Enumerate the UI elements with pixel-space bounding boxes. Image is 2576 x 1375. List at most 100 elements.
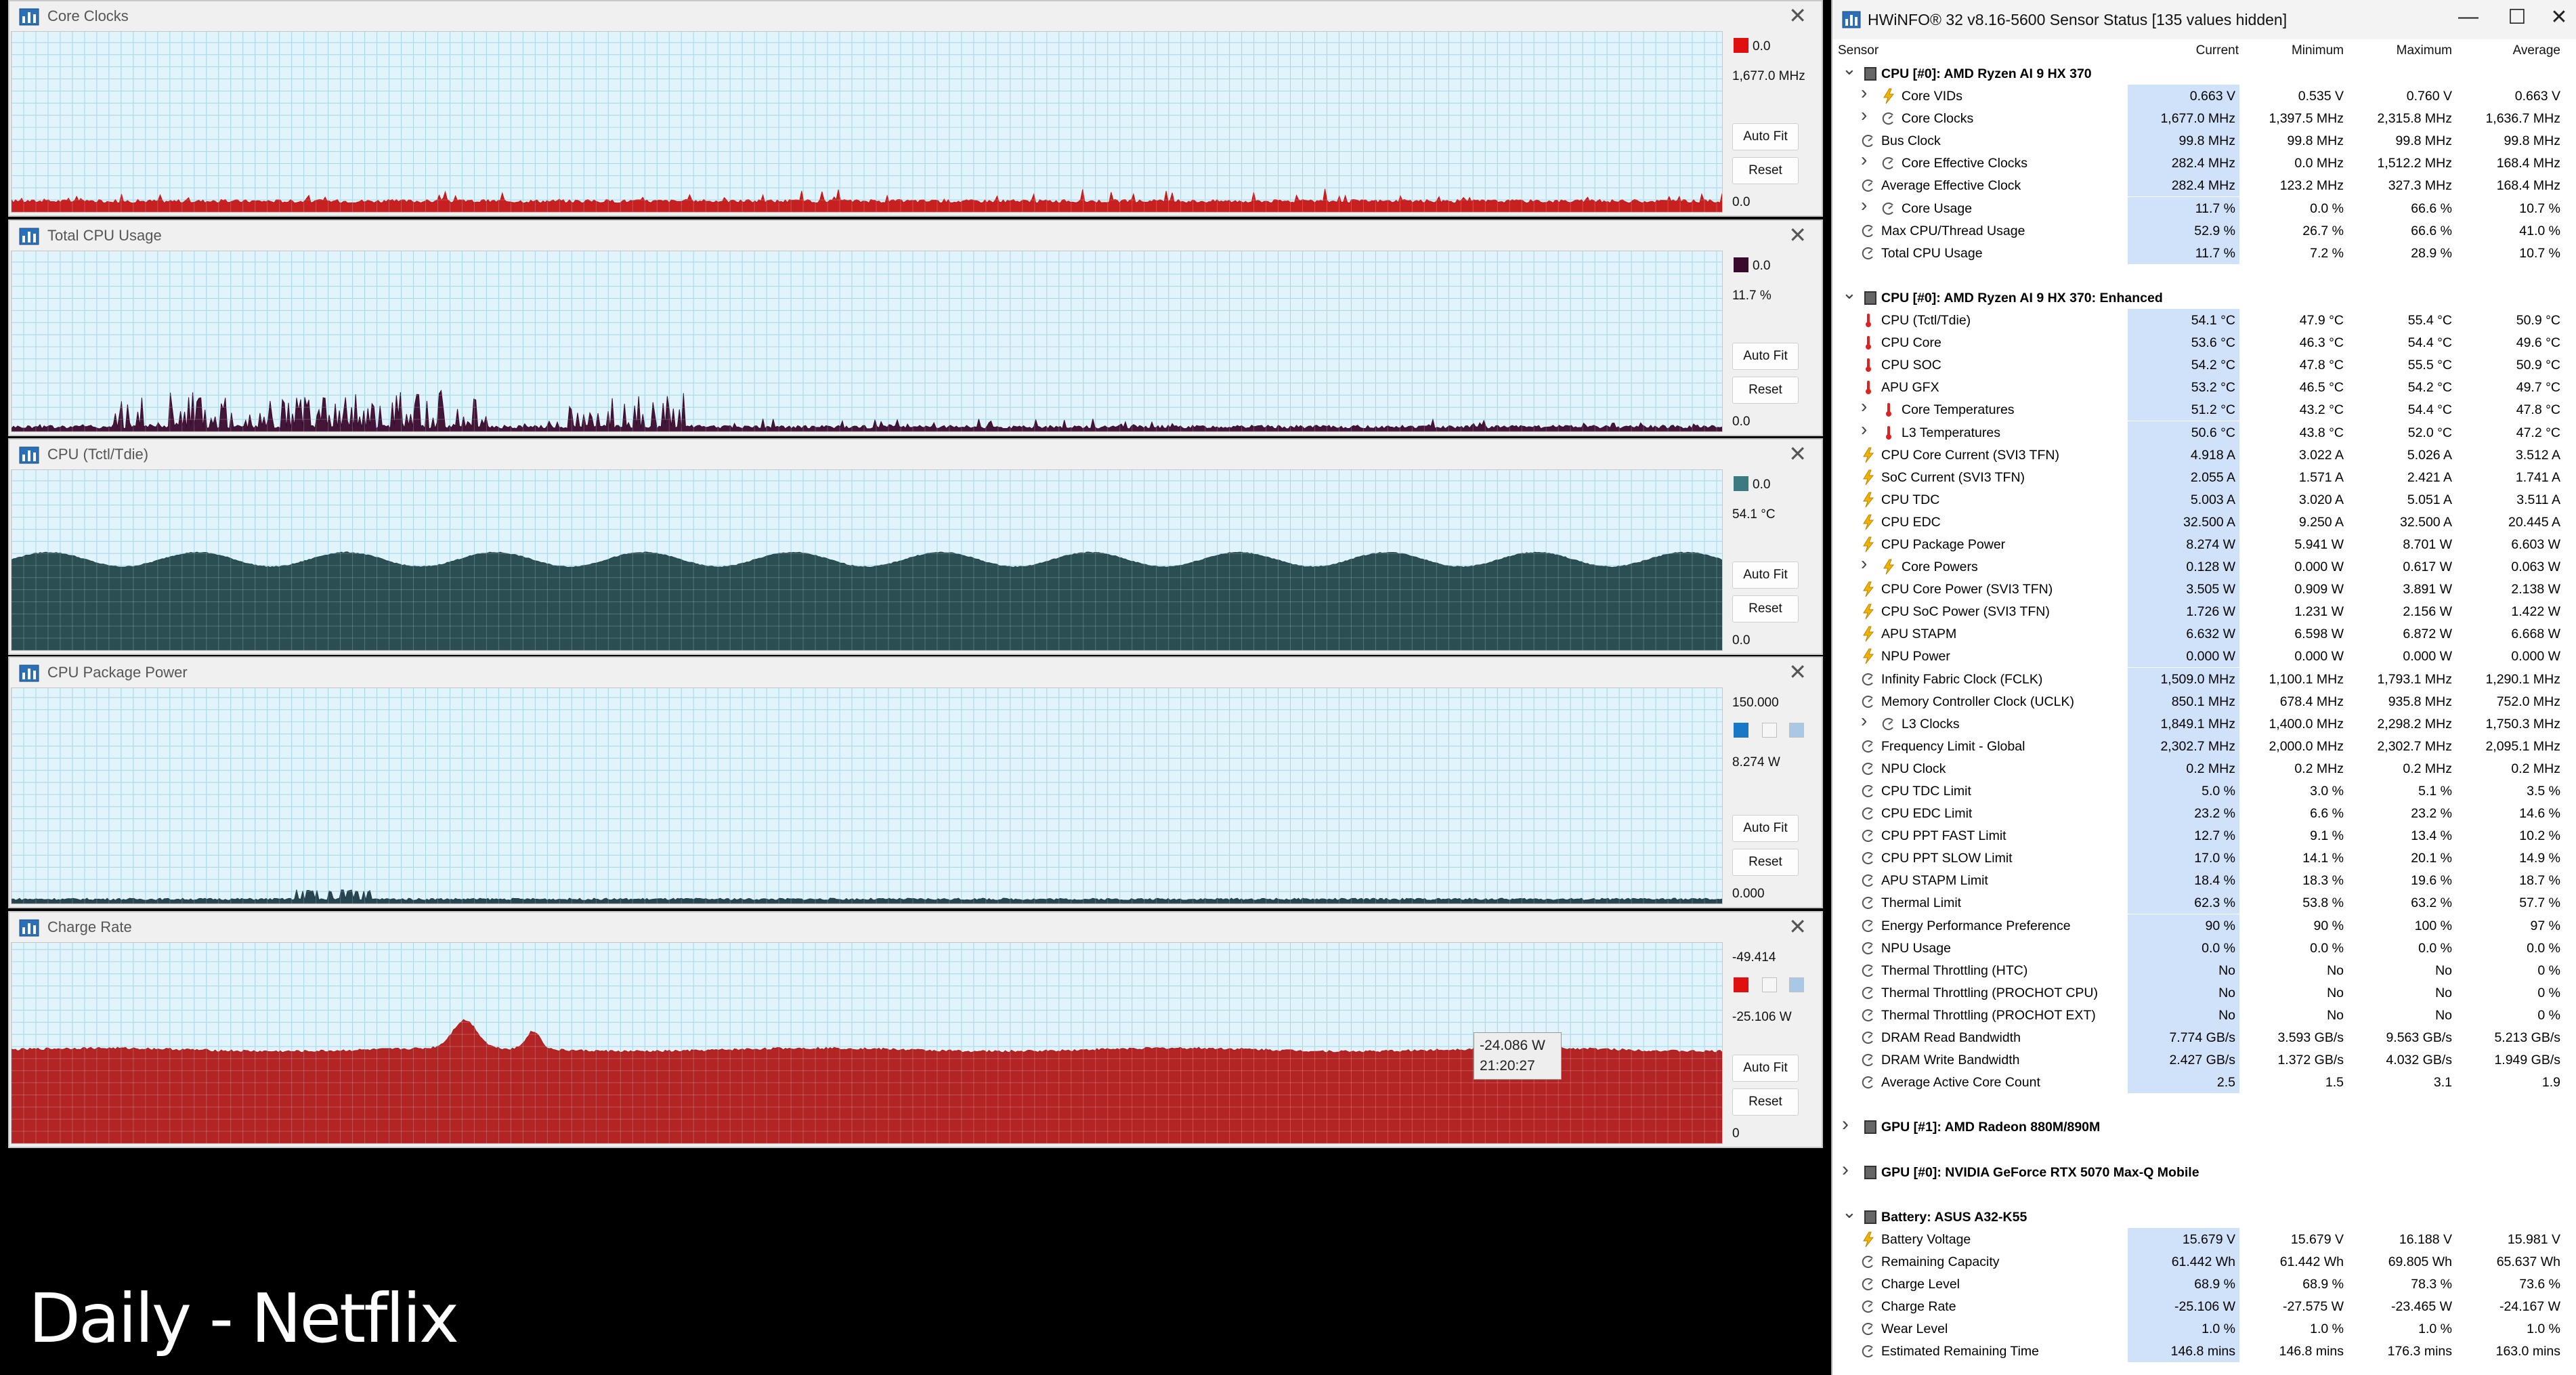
graph-color-swatch-2[interactable] — [1762, 723, 1777, 738]
column-sensor[interactable]: Sensor — [1838, 43, 1879, 58]
sensor-row[interactable]: DRAM Write Bandwidth 2.427 GB/s 1.372 GB/s… — [1832, 1049, 2576, 1072]
autofit-button[interactable]: Auto Fit — [1732, 815, 1799, 842]
graph-titlebar[interactable]: CPU (Tctl/Tdie) ✕ — [9, 440, 1822, 469]
sensor-row[interactable]: › Core Temperatures 51.2 °C 43.2 °C 54.4 °C 4… — [1832, 396, 2576, 421]
sensor-row[interactable]: › Core VIDs 0.663 V 0.535 V 0.760 V 0.663 V — [1832, 82, 2576, 108]
chevron-right-icon[interactable]: › — [1842, 1158, 1849, 1181]
sensor-row[interactable]: Remaining Capacity 61.442 Wh 61.442 Wh 69.8… — [1832, 1250, 2576, 1273]
reset-button[interactable]: Reset — [1732, 849, 1799, 876]
sensor-row[interactable]: DRAM Read Bandwidth 7.774 GB/s 3.593 GB/s 9… — [1832, 1026, 2576, 1049]
column-maximum[interactable]: Maximum — [2384, 43, 2452, 58]
graph-close-icon[interactable]: ✕ — [1788, 441, 1807, 467]
graph-close-icon[interactable]: ✕ — [1788, 914, 1807, 939]
sensor-row[interactable]: CPU Core 53.6 °C 46.3 °C 54.4 °C 49.6 °C — [1832, 331, 2576, 354]
sensor-row[interactable]: Memory Controller Clock (UCLK) 850.1 MHz 6… — [1832, 690, 2576, 713]
autofit-button[interactable]: Auto Fit — [1732, 123, 1799, 150]
reset-button[interactable]: Reset — [1732, 377, 1799, 404]
sensor-row[interactable]: Thermal Throttling (HTC) No No No 0 % — [1832, 958, 2576, 981]
sensor-group-header[interactable]: ⌄ CPU [#0]: AMD Ryzen AI 9 HX 370 — [1832, 58, 2576, 85]
autofit-button[interactable]: Auto Fit — [1732, 343, 1799, 370]
sensor-row[interactable]: CPU TDC 5.003 A 3.020 A 5.051 A 3.511 A — [1832, 488, 2576, 511]
sensor-group-header[interactable]: ⌄ CPU [#0]: AMD Ryzen AI 9 HX 370: Enhanc… — [1832, 282, 2576, 309]
sensor-row[interactable]: APU STAPM Limit 18.4 % 18.3 % 19.6 % 18.7 % — [1832, 869, 2576, 892]
sensor-row[interactable]: CPU PPT SLOW Limit 17.0 % 14.1 % 20.1 % 14.9… — [1832, 847, 2576, 870]
chevron-right-icon[interactable]: › — [1861, 710, 1867, 732]
sensor-row[interactable]: Estimated Remaining Time 146.8 mins 146.8 … — [1832, 1340, 2576, 1363]
sensor-row[interactable]: CPU (Tctl/Tdie) 54.1 °C 47.9 °C 55.4 °C 50.9… — [1832, 309, 2576, 332]
minimize-button[interactable]: — — [2451, 5, 2485, 28]
sensor-row[interactable]: Total CPU Usage 11.7 % 7.2 % 28.9 % 10.7 % — [1832, 241, 2576, 264]
graph-color-swatch[interactable] — [1734, 257, 1748, 272]
autofit-button[interactable]: Auto Fit — [1732, 1055, 1799, 1082]
chevron-right-icon[interactable]: › — [1861, 553, 1867, 574]
close-button[interactable]: ✕ — [2542, 5, 2576, 29]
sensor-row[interactable]: › L3 Clocks 1,849.1 MHz 1,400.0 MHz 2,298.2 … — [1832, 710, 2576, 735]
autofit-button[interactable]: Auto Fit — [1732, 562, 1799, 589]
sensor-window-titlebar[interactable]: HWiNFO® 32 v8.16-5600 Sensor Status [135… — [1832, 0, 2576, 39]
sensor-row[interactable]: Bus Clock 99.8 MHz 99.8 MHz 99.8 MHz 99.8 MH… — [1832, 129, 2576, 152]
graph-color-swatch[interactable] — [1734, 38, 1748, 53]
graph-titlebar[interactable]: Total CPU Usage ✕ — [9, 221, 1822, 251]
maximize-button[interactable]: ☐ — [2500, 5, 2534, 29]
sensor-row[interactable]: NPU Clock 0.2 MHz 0.2 MHz 0.2 MHz 0.2 MHz — [1832, 757, 2576, 780]
sensor-row[interactable]: Average Effective Clock 282.4 MHz 123.2 MH… — [1832, 174, 2576, 197]
chevron-right-icon[interactable]: › — [1861, 396, 1867, 417]
sensor-row[interactable]: Wear Level 1.0 % 1.0 % 1.0 % 1.0 % — [1832, 1317, 2576, 1340]
sensor-row[interactable]: Energy Performance Preference 90 % 90 % 100… — [1832, 914, 2576, 937]
sensor-row[interactable]: CPU Package Power 8.274 W 5.941 W 8.701 W 6.… — [1832, 532, 2576, 555]
sensor-row[interactable]: Battery Voltage 15.679 V 15.679 V 16.188 V 1… — [1832, 1227, 2576, 1250]
sensor-row[interactable]: Charge Rate -25.106 W -27.575 W -23.465 W -2… — [1832, 1295, 2576, 1318]
graph-color-swatch[interactable] — [1734, 977, 1748, 992]
column-minimum[interactable]: Minimum — [2279, 43, 2344, 58]
sensor-row[interactable]: Frequency Limit - Global 2,302.7 MHz 2,000… — [1832, 734, 2576, 757]
sensor-row[interactable]: › Core Powers 0.128 W 0.000 W 0.617 W 0.063 W — [1832, 553, 2576, 578]
graph-color-swatch[interactable] — [1734, 476, 1748, 491]
sensor-row[interactable]: Infinity Fabric Clock (FCLK) 1,509.0 MHz 1… — [1832, 667, 2576, 690]
sensor-row[interactable]: NPU Usage 0.0 % 0.0 % 0.0 % 0.0 % — [1832, 936, 2576, 959]
sensor-group-header[interactable]: › GPU [#0]: NVIDIA GeForce RTX 5070 Max-Q… — [1832, 1158, 2576, 1183]
sensor-row[interactable]: Max CPU/Thread Usage 52.9 % 26.7 % 66.6 % 41… — [1832, 219, 2576, 242]
sensor-row[interactable]: Thermal Throttling (PROCHOT EXT) No No No 0 … — [1832, 1003, 2576, 1026]
sensor-row[interactable]: CPU SOC 54.2 °C 47.8 °C 55.5 °C 50.9 °C — [1832, 354, 2576, 377]
graph-color-swatch-2[interactable] — [1762, 977, 1777, 992]
graph-close-icon[interactable]: ✕ — [1788, 659, 1807, 685]
chevron-right-icon[interactable]: › — [1861, 149, 1867, 171]
chevron-down-icon[interactable]: ⌄ — [1842, 58, 1857, 79]
sensor-row[interactable]: › Core Clocks 1,677.0 MHz 1,397.5 MHz 2,315.… — [1832, 104, 2576, 130]
chevron-right-icon[interactable]: › — [1842, 1113, 1849, 1136]
sensor-row[interactable]: CPU Core Power (SVI3 TFN) 3.505 W 0.909 W 3… — [1832, 578, 2576, 601]
column-current[interactable]: Current — [2178, 43, 2239, 58]
sensor-row[interactable]: NPU Power 0.000 W 0.000 W 0.000 W 0.000 W — [1832, 645, 2576, 668]
graph-color-swatch[interactable] — [1734, 723, 1748, 738]
sensor-row[interactable]: › Core Usage 11.7 % 0.0 % 66.6 % 10.7 % — [1832, 194, 2576, 219]
graph-titlebar[interactable]: Charge Rate ✕ — [9, 912, 1822, 942]
chevron-down-icon[interactable]: ⌄ — [1842, 1202, 1857, 1223]
graph-close-icon[interactable]: ✕ — [1788, 222, 1807, 248]
sensor-row[interactable]: APU GFX 53.2 °C 46.5 °C 54.2 °C 49.7 °C — [1832, 376, 2576, 399]
column-average[interactable]: Average — [2496, 43, 2560, 58]
sensor-row[interactable]: › Core Effective Clocks 282.4 MHz 0.0 MHz 1,… — [1832, 149, 2576, 175]
graph-color-swatch-3[interactable] — [1789, 723, 1804, 738]
sensor-row[interactable]: CPU EDC 32.500 A 9.250 A 32.500 A 20.445 A — [1832, 510, 2576, 533]
sensor-row[interactable]: APU STAPM 6.632 W 6.598 W 6.872 W 6.668 W — [1832, 622, 2576, 646]
graph-titlebar[interactable]: CPU Package Power ✕ — [9, 658, 1822, 688]
reset-button[interactable]: Reset — [1732, 595, 1799, 622]
sensor-row[interactable]: CPU EDC Limit 23.2 % 6.6 % 23.2 % 14.6 % — [1832, 802, 2576, 825]
sensor-row[interactable]: CPU Core Current (SVI3 TFN) 4.918 A 3.022 … — [1832, 443, 2576, 466]
sensor-row[interactable]: Thermal Limit 62.3 % 53.8 % 63.2 % 57.7 % — [1832, 891, 2576, 914]
graph-close-icon[interactable]: ✕ — [1788, 3, 1807, 28]
graph-titlebar[interactable]: Core Clocks ✕ — [9, 1, 1822, 31]
sensor-group-header[interactable]: › GPU [#1]: AMD Radeon 880M/890M — [1832, 1113, 2576, 1138]
graph-color-swatch-3[interactable] — [1789, 977, 1804, 992]
sensor-row[interactable]: SoC Current (SVI3 TFN) 2.055 A 1.571 A 2.42… — [1832, 465, 2576, 488]
sensor-row[interactable]: CPU PPT FAST Limit 12.7 % 9.1 % 13.4 % 10.2 … — [1832, 824, 2576, 847]
chevron-right-icon[interactable]: › — [1861, 82, 1867, 104]
sensor-row[interactable]: CPU SoC Power (SVI3 TFN) 1.726 W 1.231 W 2.… — [1832, 600, 2576, 623]
sensor-group-header[interactable]: ⌄ Battery: ASUS A32-K55 — [1832, 1202, 2576, 1228]
sensor-row[interactable]: CPU TDC Limit 5.0 % 3.0 % 5.1 % 3.5 % — [1832, 780, 2576, 802]
chevron-right-icon[interactable]: › — [1861, 419, 1867, 440]
chevron-right-icon[interactable]: › — [1861, 104, 1867, 126]
chevron-right-icon[interactable]: › — [1861, 194, 1867, 216]
chevron-down-icon[interactable]: ⌄ — [1842, 282, 1857, 303]
reset-button[interactable]: Reset — [1732, 157, 1799, 184]
